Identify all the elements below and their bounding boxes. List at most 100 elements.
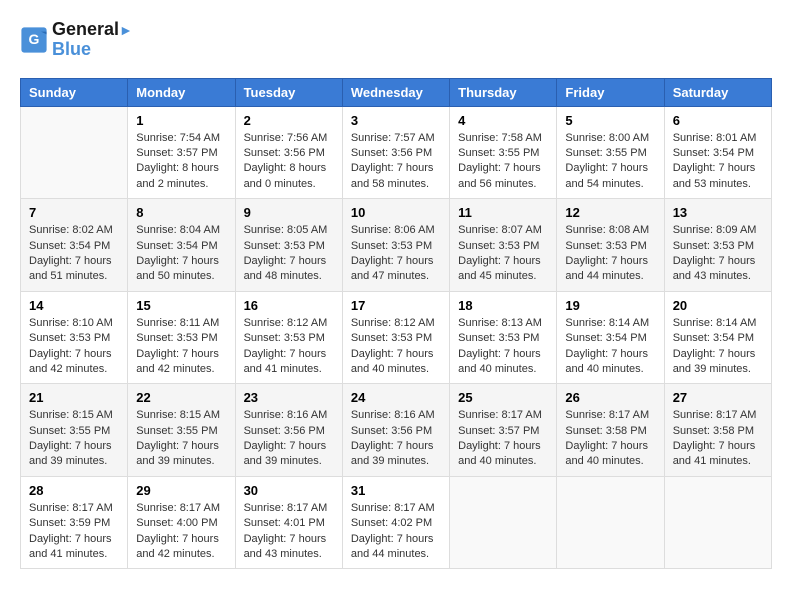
day-info-line: and 47 minutes. — [351, 270, 429, 282]
day-info-line: Sunrise: 7:54 AM — [136, 132, 220, 144]
calendar-cell: 7Sunrise: 8:02 AMSunset: 3:54 PMDaylight… — [21, 199, 128, 292]
day-info-line: Daylight: 7 hours — [29, 533, 112, 545]
day-info: Sunrise: 8:17 AMSunset: 3:59 PMDaylight:… — [29, 501, 119, 563]
calendar-week-2: 7Sunrise: 8:02 AMSunset: 3:54 PMDaylight… — [21, 199, 772, 292]
calendar-cell: 10Sunrise: 8:06 AMSunset: 3:53 PMDayligh… — [342, 199, 449, 292]
day-number: 12 — [565, 205, 655, 220]
calendar-header-row: SundayMondayTuesdayWednesdayThursdayFrid… — [21, 78, 772, 106]
day-info-line: Sunrise: 7:57 AM — [351, 132, 435, 144]
day-info: Sunrise: 7:57 AM Sunset: 3:56 PM Daylight:… — [351, 131, 441, 193]
day-info-line: Sunset: 3:53 PM — [351, 240, 432, 252]
day-number: 16 — [244, 298, 334, 313]
day-info: Sunrise: 8:00 AMSunset: 3:55 PMDaylight:… — [565, 131, 655, 193]
header-tuesday: Tuesday — [235, 78, 342, 106]
day-number: 19 — [565, 298, 655, 313]
day-info-line: and 41 minutes. — [29, 548, 107, 560]
day-info-line: Daylight: 7 hours — [673, 348, 756, 360]
day-info: Sunrise: 8:17 AMSunset: 4:00 PMDaylight:… — [136, 501, 226, 563]
day-info-line: and 42 minutes. — [29, 363, 107, 375]
day-info-line: Sunrise: 8:10 AM — [29, 317, 113, 329]
day-info-line: Sunrise: 8:11 AM — [136, 317, 219, 329]
day-info-line: Sunset: 3:55 PM — [136, 425, 217, 437]
day-info-line: Sunrise: 7:58 AM — [458, 132, 542, 144]
day-info-line: Sunset: 3:53 PM — [244, 240, 325, 252]
day-number: 5 — [565, 113, 655, 128]
day-info-line: Daylight: 7 hours — [351, 162, 434, 174]
day-info-line: Daylight: 7 hours — [29, 440, 112, 452]
day-info-line: Daylight: 7 hours — [458, 162, 541, 174]
day-info-line: and 40 minutes. — [565, 363, 643, 375]
day-info-line: Sunrise: 8:06 AM — [351, 224, 435, 236]
header-thursday: Thursday — [450, 78, 557, 106]
day-info-line: Daylight: 7 hours — [136, 533, 219, 545]
day-info-line: Sunrise: 8:15 AM — [29, 409, 113, 421]
calendar-cell: 21 Sunrise: 8:15 AM Sunset: 3:55 PM Dayligh… — [21, 384, 128, 477]
day-info-line: Sunrise: 8:16 AM — [244, 409, 328, 421]
calendar-cell: 12Sunrise: 8:08 AMSunset: 3:53 PMDayligh… — [557, 199, 664, 292]
day-info-line: Sunrise: 8:02 AM — [29, 224, 113, 236]
calendar-cell: 13Sunrise: 8:09 AMSunset: 3:53 PMDayligh… — [664, 199, 771, 292]
calendar-cell: 1Sunrise: 7:54 AMSunset: 3:57 PMDaylight… — [128, 106, 235, 199]
day-info: Sunrise: 8:04 AMSunset: 3:54 PMDaylight:… — [136, 223, 226, 285]
day-info-line: Sunset: 3:56 PM — [244, 147, 325, 159]
header-sunday: Sunday — [21, 78, 128, 106]
day-info-line: Sunset: 3:54 PM — [565, 332, 646, 344]
day-info-line: Daylight: 7 hours — [244, 255, 327, 267]
calendar-cell: 24Sunrise: 8:16 AMSunset: 3:56 PMDayligh… — [342, 384, 449, 477]
day-number: 21 — [29, 390, 119, 405]
calendar-cell — [664, 476, 771, 569]
day-info-line: Daylight: 7 hours — [351, 440, 434, 452]
calendar-cell: 14Sunrise: 8:10 AMSunset: 3:53 PMDayligh… — [21, 291, 128, 384]
day-info-line: Sunrise: 8:12 AM — [351, 317, 435, 329]
day-info-line: and 50 minutes. — [136, 270, 214, 282]
day-info-line: and 56 minutes. — [458, 178, 536, 190]
day-info-line: Daylight: 7 hours — [351, 348, 434, 360]
day-number: 20 — [673, 298, 763, 313]
day-number: 22 — [136, 390, 226, 405]
calendar-cell: 2 Sunrise: 7:56 AMSunset: 3:56 PMDaylight… — [235, 106, 342, 199]
day-info-line: Sunset: 3:53 PM — [351, 332, 432, 344]
day-info-line: Sunset: 3:53 PM — [458, 240, 539, 252]
day-info-line: Daylight: 7 hours — [244, 533, 327, 545]
calendar-week-5: 28Sunrise: 8:17 AMSunset: 3:59 PMDayligh… — [21, 476, 772, 569]
day-info-line: and 53 minutes. — [673, 178, 751, 190]
day-number: 17 — [351, 298, 441, 313]
calendar-cell: 30Sunrise: 8:17 AMSunset: 4:01 PMDayligh… — [235, 476, 342, 569]
calendar-cell: 4Sunrise: 7:58 AMSunset: 3:55 PMDaylight… — [450, 106, 557, 199]
day-info-line: Daylight: 7 hours — [458, 440, 541, 452]
day-info-line: Sunset: 3:53 PM — [244, 332, 325, 344]
calendar-cell: 8 Sunrise: 8:04 AMSunset: 3:54 PMDaylight… — [128, 199, 235, 292]
day-info-line: Daylight: 7 hours — [673, 255, 756, 267]
calendar-cell: 20Sunrise: 8:14 AMSunset: 3:54 PMDayligh… — [664, 291, 771, 384]
calendar-cell: 15Sunrise: 8:11 AMSunset: 3:53 PMDayligh… — [128, 291, 235, 384]
day-info-line: Sunset: 3:55 PM — [29, 425, 110, 437]
day-info: Sunrise: 7:56 AMSunset: 3:56 PMDaylight:… — [244, 131, 334, 193]
day-number: 7 — [29, 205, 119, 220]
day-info-line: Sunset: 3:54 PM — [673, 147, 754, 159]
day-info-line: Sunset: 3:53 PM — [29, 332, 110, 344]
day-info-line: and 39 minutes. — [244, 455, 322, 467]
day-info-line: and 39 minutes. — [136, 455, 214, 467]
day-number: 27 — [673, 390, 763, 405]
day-info-line: and 39 minutes. — [673, 363, 751, 375]
header-monday: Monday — [128, 78, 235, 106]
day-info-line: Sunset: 4:01 PM — [244, 517, 325, 529]
day-info-line: Daylight: 7 hours — [136, 348, 219, 360]
day-number: 25 — [458, 390, 548, 405]
calendar-cell: 18Sunrise: 8:13 AMSunset: 3:53 PMDayligh… — [450, 291, 557, 384]
day-info-line: and 40 minutes. — [351, 363, 429, 375]
day-info-line: and 42 minutes. — [136, 363, 214, 375]
day-info-line: Sunset: 3:56 PM — [351, 147, 432, 159]
day-info: Sunrise: 8:12 AMSunset: 3:53 PMDaylight:… — [244, 316, 334, 378]
day-number: 26 — [565, 390, 655, 405]
calendar-cell: 3Sunrise: 7:57 AMSunset: 3:56 PMDaylight… — [342, 106, 449, 199]
day-info-line: and 48 minutes. — [244, 270, 322, 282]
calendar-cell — [450, 476, 557, 569]
day-info-line: Daylight: 7 hours — [351, 255, 434, 267]
day-number: 8 — [136, 205, 226, 220]
day-number: 30 — [244, 483, 334, 498]
day-info-line: Daylight: 7 hours — [136, 440, 219, 452]
day-info-line: and 45 minutes. — [458, 270, 536, 282]
day-number: 2 — [244, 113, 334, 128]
day-info: Sunrise: 8:13 AMSunset: 3:53 PMDaylight:… — [458, 316, 548, 378]
